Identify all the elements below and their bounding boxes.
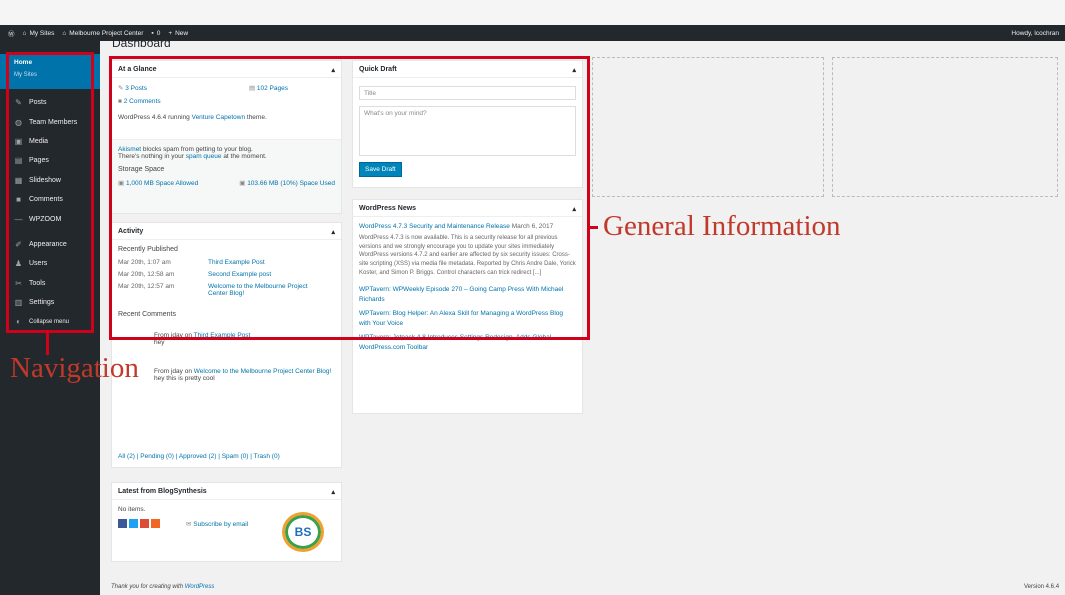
howdy-account-menu[interactable]: Howdy, lcochran xyxy=(1011,30,1059,37)
subscribe-label: Subscribe by email xyxy=(193,520,249,528)
general-information-highlight-box xyxy=(109,56,590,340)
comment-post-link[interactable]: Welcome to the Melbourne Project Center … xyxy=(194,368,332,375)
footer-thanks-text: Thank you for creating with xyxy=(111,584,185,590)
general-connector-line xyxy=(590,226,598,229)
home-icon: ⌂ xyxy=(62,29,67,37)
blogsynthesis-title: Latest from BlogSynthesis xyxy=(118,488,207,495)
comment-filters[interactable]: All (2) | Pending (0) | Approved (2) | S… xyxy=(118,453,280,460)
blogsynthesis-header[interactable]: Latest from BlogSynthesis ▴ xyxy=(112,483,341,500)
my-sites-menu[interactable]: ⌂ My Sites xyxy=(23,30,55,37)
wordpress-logo-icon[interactable]: Ⓦ xyxy=(8,28,15,38)
toggle-arrow-icon[interactable]: ▴ xyxy=(331,488,335,496)
wordpress-link[interactable]: WordPress xyxy=(185,584,215,590)
footer-version: Version 4.6.4 xyxy=(1024,584,1060,590)
new-content-menu[interactable]: + New xyxy=(168,30,188,37)
empty-widget-area xyxy=(592,57,824,197)
twitter-icon[interactable] xyxy=(129,519,138,528)
comment-item: From jday on Welcome to the Melbourne Pr… xyxy=(154,368,334,375)
facebook-icon[interactable] xyxy=(118,519,127,528)
general-information-annotation-label: General Information xyxy=(603,210,841,242)
howdy-label: Howdy, lcochran xyxy=(1011,29,1059,37)
navigation-annotation-label: Navigation xyxy=(10,352,139,384)
google-plus-icon[interactable] xyxy=(140,519,149,528)
footer-thanks: Thank you for creating with WordPress xyxy=(111,584,214,590)
rss-icon[interactable] xyxy=(151,519,160,528)
comment-text: hey xyxy=(154,339,165,346)
page-title: Dashboard xyxy=(112,36,171,50)
empty-widget-area xyxy=(832,57,1058,197)
comment-from: From jday on xyxy=(154,368,194,375)
subscribe-email-link[interactable]: ✉ Subscribe by email xyxy=(186,520,248,528)
navigation-highlight-box xyxy=(6,52,94,333)
browser-top-strip xyxy=(0,0,1065,25)
new-label: New xyxy=(175,29,189,37)
house-icon: ⌂ xyxy=(22,29,27,37)
comment-text: hey this is pretty cool xyxy=(154,375,215,382)
blogsynthesis-logo: BS xyxy=(282,512,324,552)
my-sites-label: My Sites xyxy=(29,29,55,37)
